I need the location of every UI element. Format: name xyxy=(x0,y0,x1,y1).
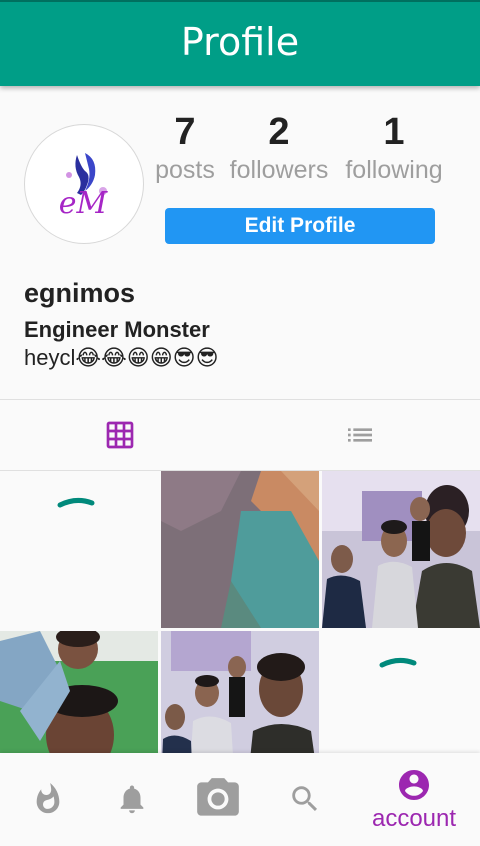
loading-spinner-icon xyxy=(379,657,417,668)
avatar-logo-text: eM xyxy=(59,186,109,221)
posts-stat: 7 posts xyxy=(152,110,218,186)
bottom-navigation: account xyxy=(0,753,480,846)
nav-item-account[interactable]: account xyxy=(352,753,476,846)
list-icon xyxy=(348,428,372,442)
loading-spinner-icon xyxy=(57,497,95,508)
flame-icon xyxy=(36,782,60,813)
account-circle-icon xyxy=(399,769,429,800)
nav-item-trending[interactable] xyxy=(0,753,96,846)
following-label: following xyxy=(345,156,443,184)
post-photo xyxy=(161,631,319,753)
username: egnimos xyxy=(24,278,136,308)
nav-item-camera[interactable] xyxy=(170,753,266,846)
post-thumbnail[interactable] xyxy=(0,631,158,753)
nav-item-search[interactable] xyxy=(257,753,353,846)
post-thumbnail-loading[interactable] xyxy=(322,631,480,753)
edit-profile-button[interactable]: Edit Profile xyxy=(165,208,435,244)
following-count: 1 xyxy=(383,111,405,153)
tab-list-view[interactable] xyxy=(240,400,480,470)
post-thumbnail[interactable] xyxy=(161,631,319,753)
tab-grid-view[interactable] xyxy=(0,400,240,470)
avatar[interactable]: eM xyxy=(24,124,144,244)
nav-item-notifications[interactable] xyxy=(84,753,180,846)
post-photo xyxy=(322,471,480,628)
post-thumbnail-loading[interactable] xyxy=(0,471,158,628)
page-title: Profile xyxy=(180,20,300,64)
nav-label-account: account xyxy=(371,804,457,832)
followers-stat[interactable]: 2 followers xyxy=(224,110,334,186)
post-thumbnail[interactable] xyxy=(161,471,319,628)
post-photo xyxy=(161,471,319,628)
posts-label: posts xyxy=(155,156,215,184)
search-icon xyxy=(292,785,318,811)
post-photo xyxy=(0,631,158,753)
followers-count: 2 xyxy=(268,111,290,153)
posts-count: 7 xyxy=(174,111,196,153)
app-bar: Profile xyxy=(0,0,480,86)
following-stat[interactable]: 1 following xyxy=(340,110,448,186)
avatar-logo: eM xyxy=(59,153,109,221)
posts-grid xyxy=(0,471,480,753)
display-name: Engineer Monster xyxy=(24,317,210,342)
post-thumbnail[interactable] xyxy=(322,471,480,628)
bio: heycl😂😂😁😁😎😎 xyxy=(24,345,219,370)
grid-icon xyxy=(106,421,134,449)
followers-label: followers xyxy=(229,156,329,184)
bell-icon xyxy=(120,785,144,813)
camera-icon xyxy=(197,777,239,816)
